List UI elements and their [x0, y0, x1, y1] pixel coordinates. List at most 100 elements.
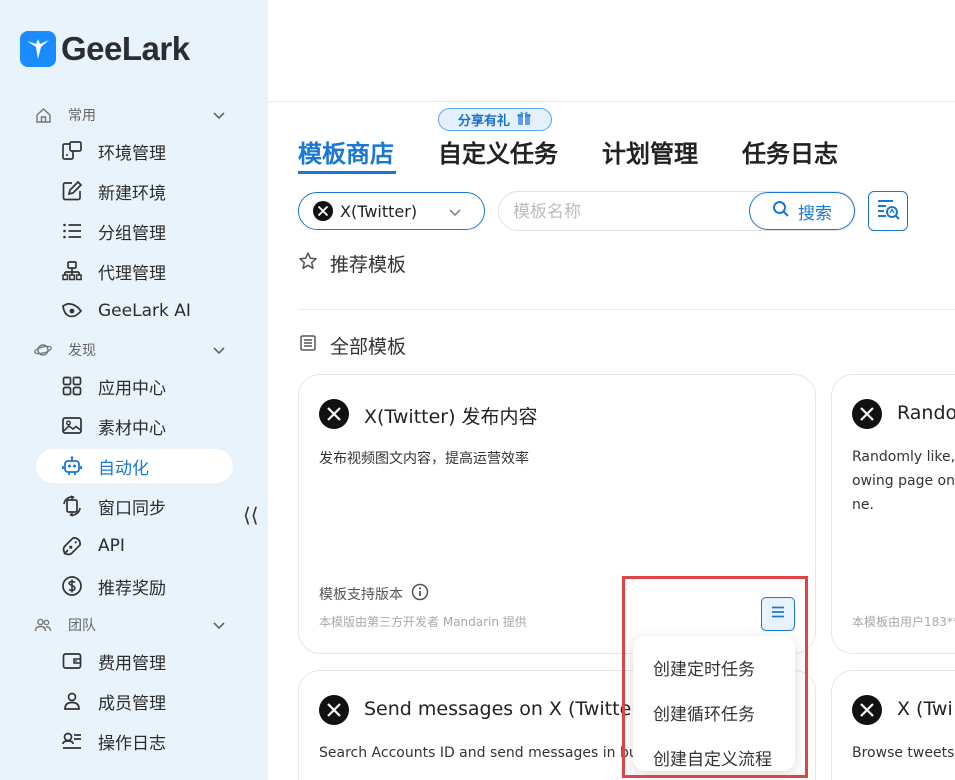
sidebar-item-label: API [98, 536, 125, 556]
sidebar-item-groups[interactable]: 分组管理 [36, 214, 233, 248]
section-label: 团队 [68, 618, 96, 634]
sidebar-item-label: 新建环境 [98, 183, 166, 204]
search-box: 搜索 [498, 191, 856, 231]
template-search-input[interactable] [513, 200, 743, 224]
sidebar-item-automation[interactable]: 自动化 [36, 449, 233, 483]
x-twitter-icon [319, 695, 349, 725]
brand-name: GeeLark [61, 30, 190, 67]
sidebar-item-referral[interactable]: 推荐奖励 [36, 569, 233, 603]
list-icon [60, 219, 84, 243]
search-button-label: 搜索 [798, 203, 832, 224]
ai-eye-icon [60, 299, 84, 323]
menu-icon [769, 603, 787, 625]
info-icon[interactable] [411, 583, 429, 605]
tab-plan-management[interactable]: 计划管理 [602, 134, 698, 169]
edit-icon [60, 179, 84, 203]
sidebar-item-app-center[interactable]: 应用中心 [36, 369, 233, 403]
menu-item-create-custom-flow[interactable]: 创建自定义流程 [633, 735, 795, 780]
template-provider: 本模板由用户183** [852, 615, 955, 629]
template-card-description: Browse tweets, [852, 745, 955, 761]
template-card[interactable]: Rando Randomly like, r owing page on ne.… [831, 374, 955, 654]
template-card-description: Randomly like, r owing page on ne. [852, 449, 955, 513]
all-templates-heading: 全部模板 [298, 332, 406, 359]
list-icon [298, 333, 318, 358]
sidebar: GeeLark 常用 环境管理 新建环境 分组管理 代理管理 GeeLark A… [0, 0, 268, 780]
header-divider [268, 101, 955, 102]
sidebar-item-window-sync[interactable]: 窗口同步 [36, 489, 233, 523]
active-tab-indicator [298, 171, 396, 174]
section-divider [298, 309, 955, 310]
tab-task-log[interactable]: 任务日志 [742, 134, 838, 169]
sidebar-item-environment[interactable]: 环境管理 [36, 134, 233, 168]
sidebar-item-new-environment[interactable]: 新建环境 [36, 174, 233, 208]
list-search-icon [875, 196, 901, 226]
template-card[interactable]: X (Twi Browse tweets, [831, 670, 955, 780]
network-icon [60, 259, 84, 283]
sidebar-item-geelark-ai[interactable]: GeeLark AI [36, 294, 233, 328]
menu-item-create-recurring-task[interactable]: 创建循环任务 [633, 690, 795, 735]
sidebar-item-label: 操作日志 [98, 733, 166, 754]
template-actions-dropdown: 创建定时任务 创建循环任务 创建自定义流程 [633, 636, 795, 771]
sidebar-item-billing[interactable]: 费用管理 [36, 644, 233, 678]
chevron-down-icon [448, 204, 462, 223]
user-icon [60, 689, 84, 713]
share-reward-badge[interactable]: 分享有礼 [438, 108, 552, 131]
sidebar-item-label: 费用管理 [98, 653, 166, 674]
template-card[interactable]: X(Twitter) 发布内容 发布视频图文内容，提高运营效率 模板支持版本 本… [298, 374, 816, 654]
sidebar-item-material-center[interactable]: 素材中心 [36, 409, 233, 443]
api-icon [60, 534, 84, 558]
chevron-down-icon [212, 617, 226, 636]
environment-icon [60, 139, 84, 163]
all-templates-heading-label: 全部模板 [330, 336, 407, 358]
section-label: 常用 [68, 108, 96, 124]
brand-logo[interactable]: GeeLark [20, 30, 190, 68]
sidebar-item-label: 推荐奖励 [98, 578, 166, 599]
sidebar-item-label: 成员管理 [98, 693, 166, 714]
template-actions-menu-button[interactable] [761, 597, 795, 631]
template-version-label: 模板支持版本 [319, 587, 403, 603]
platform-select[interactable]: X(Twitter) [298, 192, 485, 230]
sidebar-item-label: 自动化 [98, 458, 149, 479]
image-library-icon [60, 414, 84, 438]
wallet-icon [60, 649, 84, 673]
sidebar-item-members[interactable]: 成员管理 [36, 684, 233, 718]
advanced-search-button[interactable] [868, 191, 908, 231]
sidebar-item-label: 窗口同步 [98, 498, 166, 519]
section-team[interactable]: 团队 [34, 614, 234, 636]
sidebar-item-label: GeeLark AI [98, 301, 191, 321]
section-label: 发现 [68, 343, 96, 359]
template-card-title: Rando [897, 402, 955, 424]
recommended-heading: 推荐模板 [298, 250, 406, 277]
x-twitter-icon [852, 695, 882, 725]
tab-custom-tasks[interactable]: 自定义任务 [438, 134, 558, 169]
promo-label: 分享有礼 [457, 114, 510, 129]
sync-icon [60, 494, 84, 518]
x-twitter-icon [313, 201, 333, 221]
collapse-sidebar-button[interactable]: ⟨⟨ [243, 503, 259, 527]
sidebar-item-label: 素材中心 [98, 418, 166, 439]
x-twitter-icon [852, 399, 882, 429]
apps-grid-icon [60, 374, 84, 398]
star-icon [298, 251, 318, 276]
template-provider: 本模版由第三方开发者 Mandarin 提供 [319, 615, 527, 629]
sidebar-item-api[interactable]: API [36, 529, 233, 563]
menu-item-create-scheduled-task[interactable]: 创建定时任务 [633, 645, 795, 690]
search-button[interactable]: 搜索 [749, 192, 855, 230]
sidebar-item-label: 分组管理 [98, 223, 166, 244]
log-icon [60, 729, 84, 753]
team-icon [34, 616, 52, 634]
x-twitter-icon [319, 399, 349, 429]
section-common[interactable]: 常用 [34, 104, 234, 126]
chevron-down-icon [212, 342, 226, 361]
dollar-icon [60, 574, 84, 598]
template-version-row: 模板支持版本 [319, 583, 429, 605]
template-card-title: X(Twitter) 发布内容 [364, 406, 538, 428]
section-discover[interactable]: 发现 [34, 339, 234, 361]
home-icon [34, 106, 52, 124]
tab-template-store[interactable]: 模板商店 [298, 134, 394, 169]
platform-select-value: X(Twitter) [340, 201, 418, 221]
chevron-down-icon [212, 107, 226, 126]
sidebar-item-label: 环境管理 [98, 143, 166, 164]
sidebar-item-operation-log[interactable]: 操作日志 [36, 724, 233, 758]
sidebar-item-proxy[interactable]: 代理管理 [36, 254, 233, 288]
